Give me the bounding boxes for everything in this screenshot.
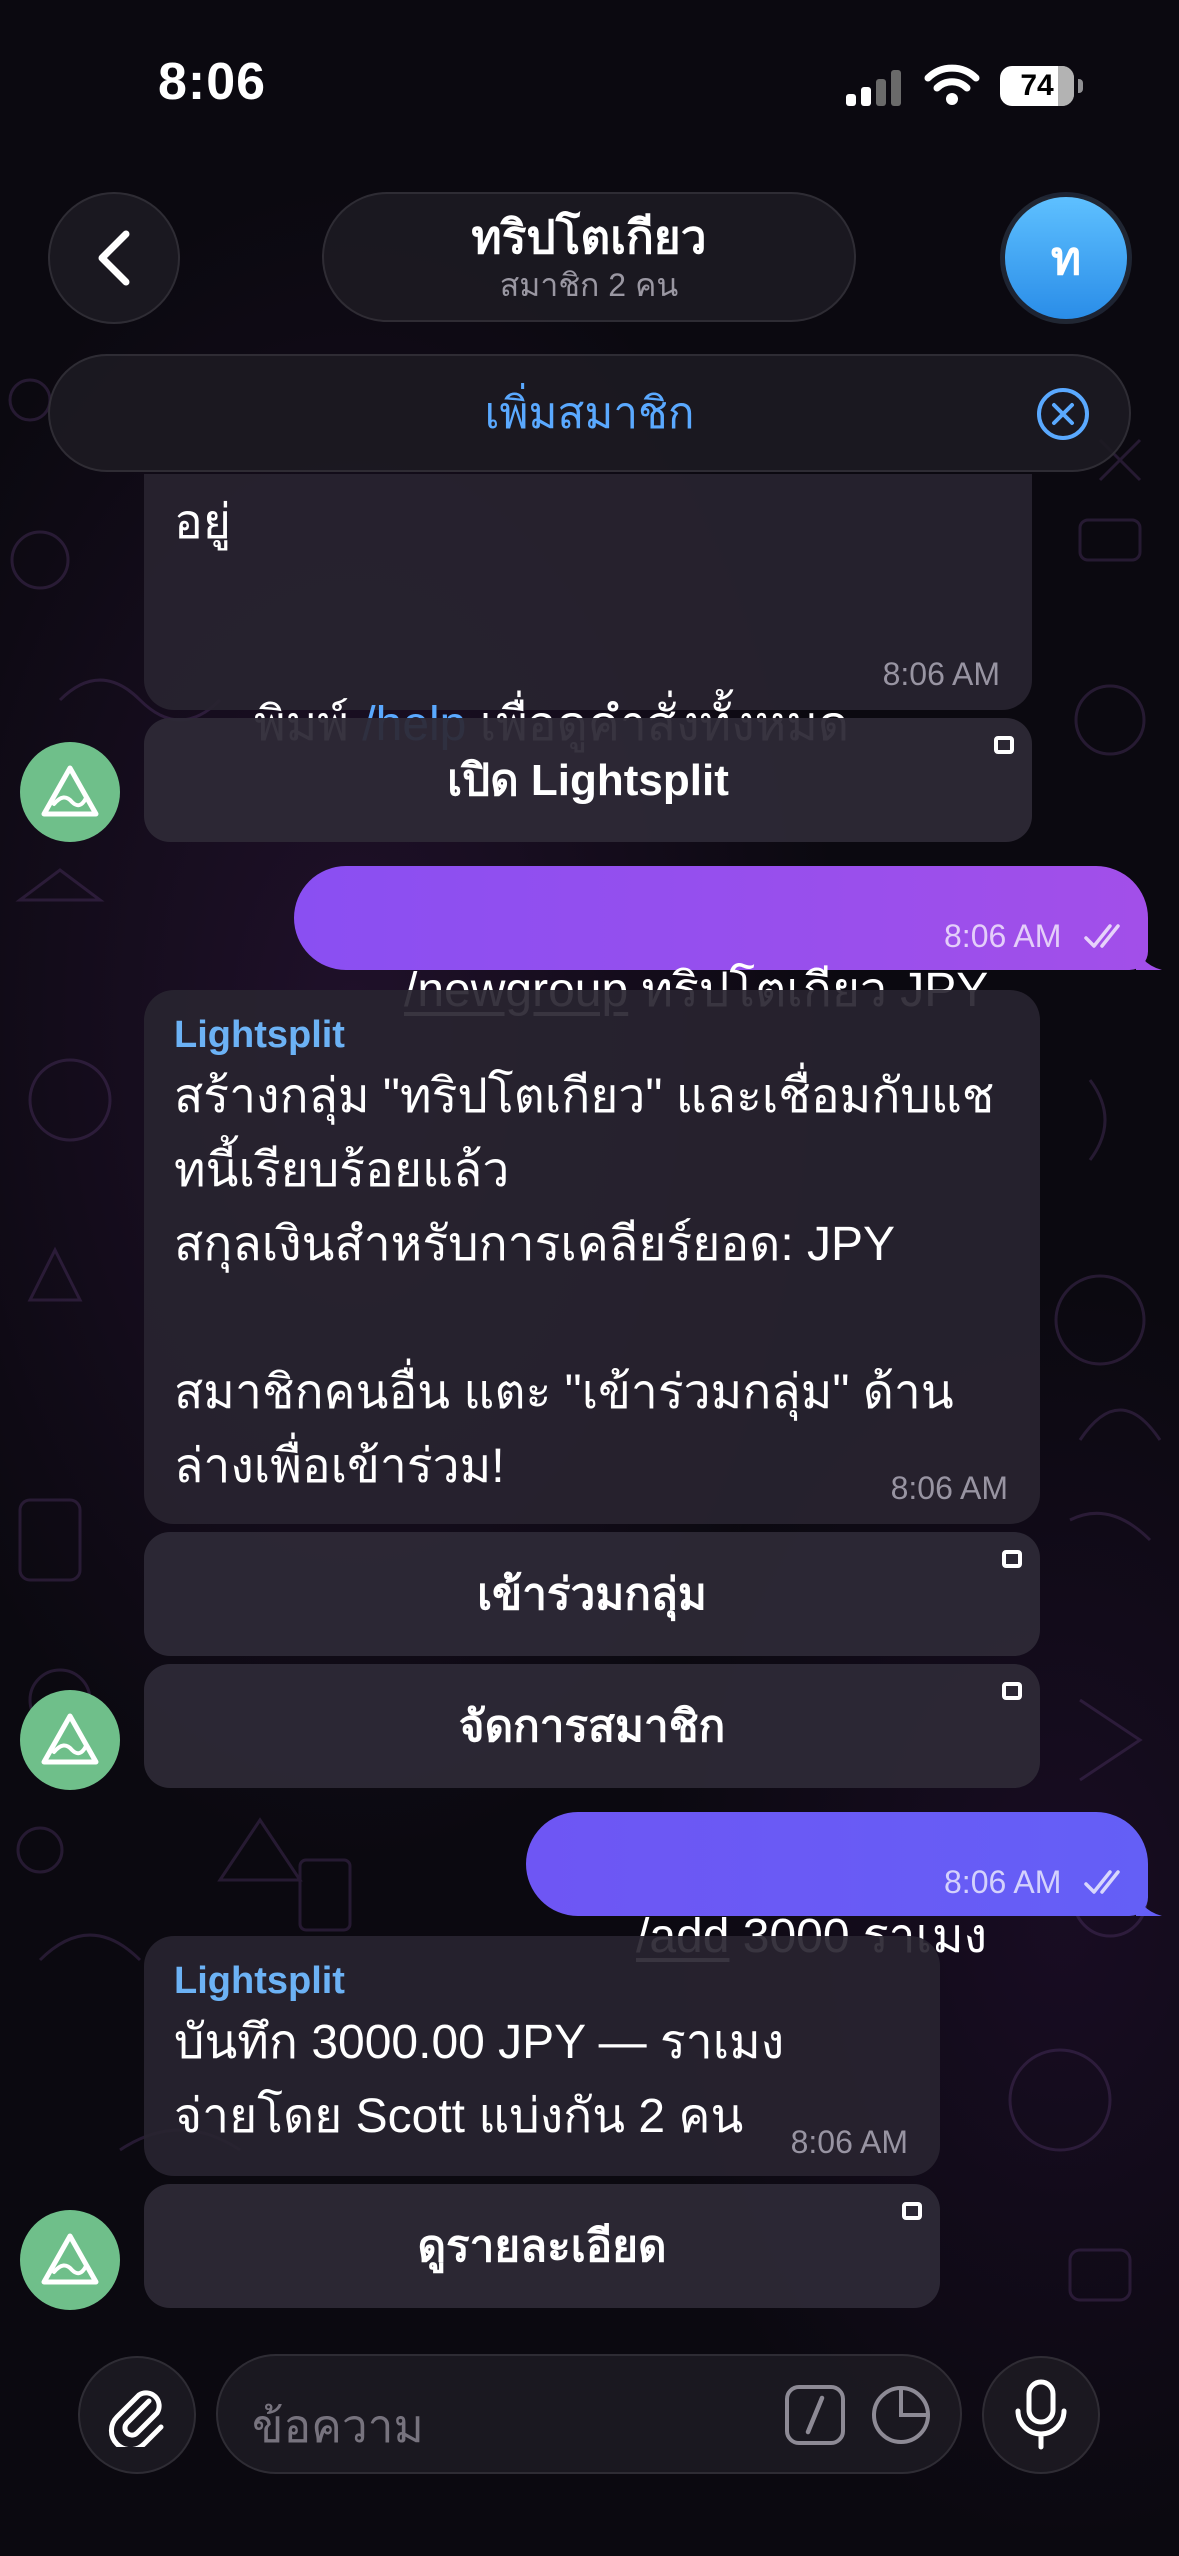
message-time: 8:06 AM — [890, 1470, 1008, 1506]
chevron-left-icon — [98, 230, 130, 286]
sticker-icon[interactable] — [870, 2384, 932, 2446]
open-app-icon — [1002, 1550, 1022, 1568]
view-details-button[interactable]: ดูรายละเอียด — [144, 2184, 940, 2308]
button-label: จัดการสมาชิก — [458, 1702, 726, 1751]
add-member-label: เพิ่มสมาชิก — [484, 389, 695, 438]
manage-members-button[interactable]: จัดการสมาชิก — [144, 1664, 1040, 1788]
incoming-message: อยู่ พิมพ์ /help เพื่อดูคำสั่งทั้งหมด 8:… — [144, 474, 1032, 751]
close-circle-icon[interactable] — [1035, 386, 1091, 442]
outgoing-message: /newgroup ทริปโตเกียว JPY 8:06 AM — [294, 866, 1148, 1017]
message-time: 8:06 AM — [882, 656, 1000, 692]
status-time: 8:06 — [158, 53, 267, 111]
chat-header[interactable]: ทริปโตเกียว สมาชิก 2 คน — [322, 192, 856, 322]
bot-commands-icon[interactable] — [784, 2384, 846, 2446]
avatar-letter: ท — [1050, 231, 1082, 284]
attach-button[interactable] — [78, 2356, 196, 2474]
chat-screen: 8:06 74 ทริปโตเกียว สมาชิก 2 คน ท เพิ่มส… — [0, 0, 1179, 2556]
bubble-tail — [1136, 1890, 1162, 1916]
double-check-icon — [1084, 924, 1120, 948]
button-label: เปิด Lightsplit — [447, 756, 729, 805]
message-placeholder: ข้อความ — [252, 2400, 424, 2452]
battery-icon: 74 — [1000, 66, 1083, 106]
bubble-tail — [1136, 944, 1162, 970]
message-text: อยู่ — [174, 496, 231, 549]
message-text: สร้างกลุ่ม "ทริปโตเกียว" และเชื่อมกับแช … — [174, 1070, 995, 1493]
button-label: เข้าร่วมกลุ่ม — [477, 1570, 707, 1619]
message-time: 8:06 AM — [944, 918, 1062, 954]
message-time: 8:06 AM — [944, 1864, 1062, 1900]
group-avatar[interactable]: ท — [1000, 192, 1132, 324]
microphone-button[interactable] — [982, 2356, 1100, 2474]
bot-avatar[interactable] — [20, 1690, 120, 1790]
incoming-message: Lightsplit สร้างกลุ่ม "ทริปโตเกียว" และเ… — [144, 990, 1040, 1524]
open-app-icon — [1002, 1682, 1022, 1700]
incoming-message: Lightsplit บันทึก 3000.00 JPY — ราเมง จ่… — [144, 1936, 940, 2176]
outgoing-message: /add 3000 ราเมง 8:06 AM — [526, 1812, 1148, 1963]
add-member-banner[interactable]: เพิ่มสมาชิก — [48, 354, 1131, 472]
battery-level: 74 — [1020, 69, 1054, 102]
lightsplit-logo-icon — [41, 765, 99, 817]
open-app-icon — [902, 2202, 922, 2220]
message-input[interactable]: ข้อความ — [216, 2354, 962, 2474]
chat-title: ทริปโตเกียว — [471, 211, 707, 263]
back-button[interactable] — [48, 192, 180, 324]
paperclip-icon — [108, 2390, 164, 2447]
bot-avatar[interactable] — [20, 2210, 120, 2310]
join-group-button[interactable]: เข้าร่วมกลุ่ม — [144, 1532, 1040, 1656]
microphone-icon — [1015, 2379, 1067, 2450]
bot-avatar[interactable] — [20, 742, 120, 842]
cellular-signal-icon — [846, 70, 901, 106]
sender-name: Lightsplit — [174, 1960, 345, 2002]
status-bar: 8:06 74 — [0, 0, 1179, 170]
open-lightsplit-button[interactable]: เปิด Lightsplit — [144, 718, 1032, 842]
lightsplit-logo-icon — [41, 1713, 99, 1765]
open-app-icon — [994, 736, 1014, 754]
sender-name: Lightsplit — [174, 1014, 345, 1056]
double-check-icon — [1084, 1870, 1120, 1894]
wifi-icon — [924, 64, 980, 105]
button-label: ดูรายละเอียด — [417, 2222, 667, 2271]
message-time: 8:06 AM — [790, 2124, 908, 2160]
member-count: สมาชิก 2 คน — [499, 267, 679, 303]
lightsplit-logo-icon — [41, 2233, 99, 2285]
